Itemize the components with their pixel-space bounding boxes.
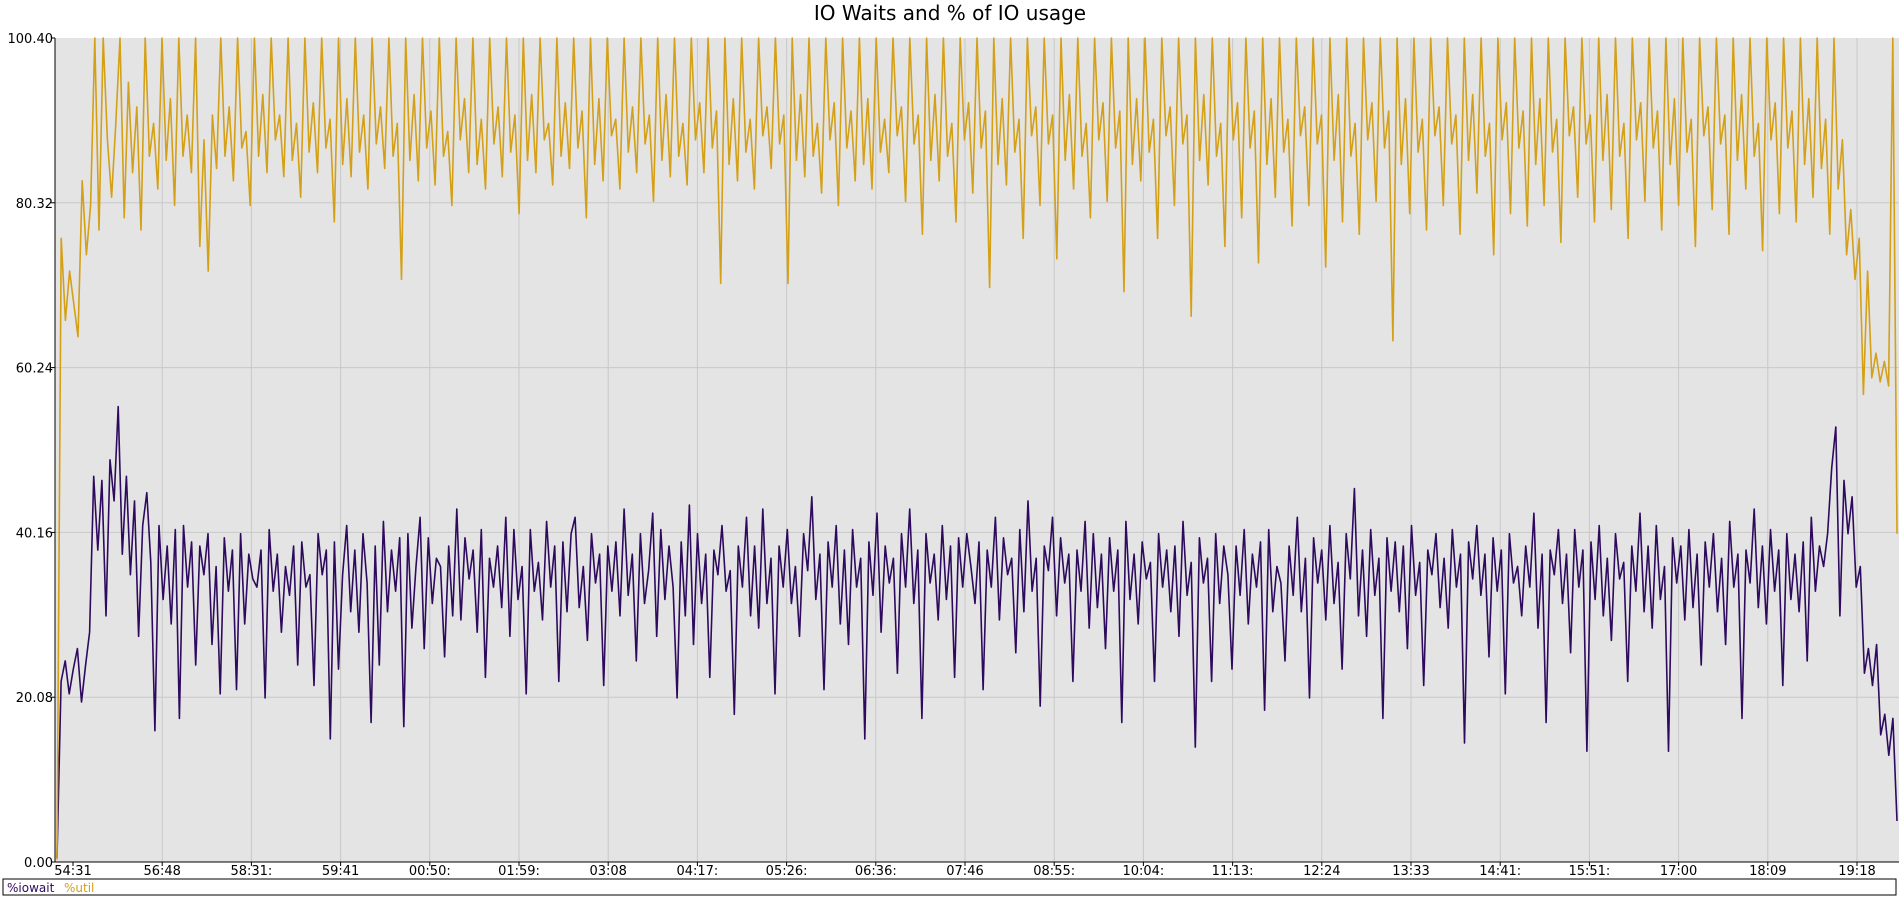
x-tick-label: 15:51:	[1568, 864, 1610, 879]
legend-box	[2, 878, 1897, 896]
x-tick-label: 18:09	[1749, 864, 1786, 879]
x-tick-label: 10:04:	[1122, 864, 1164, 879]
y-tick-label: 100.40	[8, 32, 54, 47]
x-tick-label: 14:41:	[1479, 864, 1521, 879]
chart-title: IO Waits and % of IO usage	[814, 1, 1086, 25]
y-tick-label: 20.08	[16, 691, 53, 706]
y-tick-label: 60.24	[16, 362, 53, 377]
y-tick-label: 80.32	[16, 197, 53, 212]
chart-container: IO Waits and % of IO usage 0.00 20.08 40.1…	[0, 0, 1900, 900]
x-tick-label: 07:46	[946, 864, 983, 879]
legend: %iowait %util	[2, 878, 1897, 896]
x-tick-label: 56:48	[143, 864, 180, 879]
x-tick-label: 54:31	[54, 864, 91, 879]
x-tick-label: 19:18	[1838, 864, 1875, 879]
x-tick-label: 01:59:	[498, 864, 540, 879]
y-tick-label: 40.16	[16, 526, 53, 541]
x-tick-label: 04:17:	[676, 864, 718, 879]
x-tick-label: 17:00	[1660, 864, 1697, 879]
x-tick-label: 08:55:	[1033, 864, 1075, 879]
x-tick-label: 05:26:	[766, 864, 808, 879]
io-chart-svg: IO Waits and % of IO usage 0.00 20.08 40.1…	[2, 1, 1899, 896]
x-tick-label: 12:24	[1303, 864, 1340, 879]
x-tick-label: 59:41	[322, 864, 359, 879]
x-tick-label: 03:08	[589, 864, 626, 879]
x-tick-label: 00:50:	[409, 864, 451, 879]
legend-item-iowait: %iowait	[7, 881, 55, 895]
x-tick-label: 11:13:	[1212, 864, 1254, 879]
legend-item-util: %util	[64, 881, 94, 895]
y-tick-labels: 0.00 20.08 40.16 60.24 80.32 100.40	[8, 32, 55, 871]
x-tick-label: 06:36:	[855, 864, 897, 879]
x-tick-label: 58:31:	[230, 864, 272, 879]
x-tick-labels: 54:31 56:48 58:31: 59:41 00:50: 01:59: 03:08 04…	[54, 862, 1876, 879]
x-tick-label: 13:33	[1392, 864, 1429, 879]
y-tick-label: 0.00	[24, 856, 53, 871]
